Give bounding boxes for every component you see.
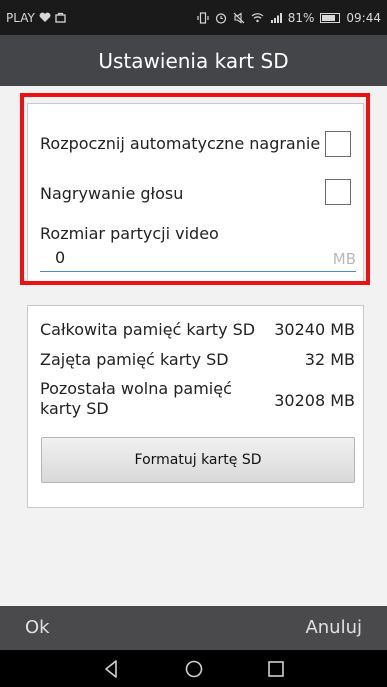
total-memory-value: 30240 MB xyxy=(274,320,355,339)
auto-record-label: Rozpocznij automatyczne nagranie xyxy=(40,134,321,153)
signal-icon xyxy=(270,13,282,23)
alarm-icon xyxy=(215,12,226,24)
input-underline xyxy=(40,271,356,272)
title-bar: Ustawienia kart SD xyxy=(0,35,387,86)
format-sd-button[interactable]: Formatuj kartę SD xyxy=(41,437,355,483)
cancel-button[interactable]: Anuluj xyxy=(305,617,362,638)
used-memory-label: Zajęta pamięć karty SD xyxy=(40,350,229,369)
bag-icon xyxy=(55,12,66,23)
home-icon[interactable] xyxy=(183,658,205,680)
voice-record-checkbox[interactable] xyxy=(325,179,351,205)
heart-icon xyxy=(39,12,51,22)
vibrate-icon xyxy=(197,11,209,24)
recording-settings-panel: Rozpocznij automatyczne nagranie Nagrywa… xyxy=(27,103,364,282)
carrier-name: PLAY xyxy=(6,10,35,25)
mute-icon xyxy=(233,11,245,24)
wifi-icon xyxy=(251,13,264,23)
partition-size-value[interactable]: 0 xyxy=(55,248,65,267)
voice-record-label: Nagrywanie głosu xyxy=(40,184,184,203)
navigation-bar xyxy=(0,650,387,687)
battery-fill xyxy=(322,14,336,21)
auto-record-checkbox[interactable] xyxy=(325,131,351,157)
partition-size-unit: MB xyxy=(332,250,356,268)
ok-button[interactable]: Ok xyxy=(25,617,50,638)
recents-icon[interactable] xyxy=(265,658,287,680)
status-right: 81% 09:44 xyxy=(197,11,381,25)
free-memory-value: 30208 MB xyxy=(274,391,355,410)
status-left: PLAY xyxy=(6,11,66,25)
storage-info-panel: Całkowita pamięć karty SD 30240 MB Zajęt… xyxy=(27,305,364,508)
free-memory-label: Pozostała wolna pamięć karty SD xyxy=(40,379,232,418)
clock: 09:44 xyxy=(346,10,381,25)
back-icon[interactable] xyxy=(101,658,123,680)
battery-percent: 81% xyxy=(287,10,315,25)
total-memory-label: Całkowita pamięć karty SD xyxy=(40,320,256,339)
partition-size-label: Rozmiar partycji video xyxy=(40,224,219,243)
used-memory-value: 32 MB xyxy=(304,350,355,369)
battery-icon xyxy=(320,12,341,23)
partition-size-input[interactable]: 0 MB xyxy=(40,244,356,274)
status-bar: PLAY 81% 09:44 xyxy=(0,0,387,35)
page-title: Ustawienia kart SD xyxy=(98,48,289,73)
action-bar: Ok Anuluj xyxy=(0,606,387,650)
